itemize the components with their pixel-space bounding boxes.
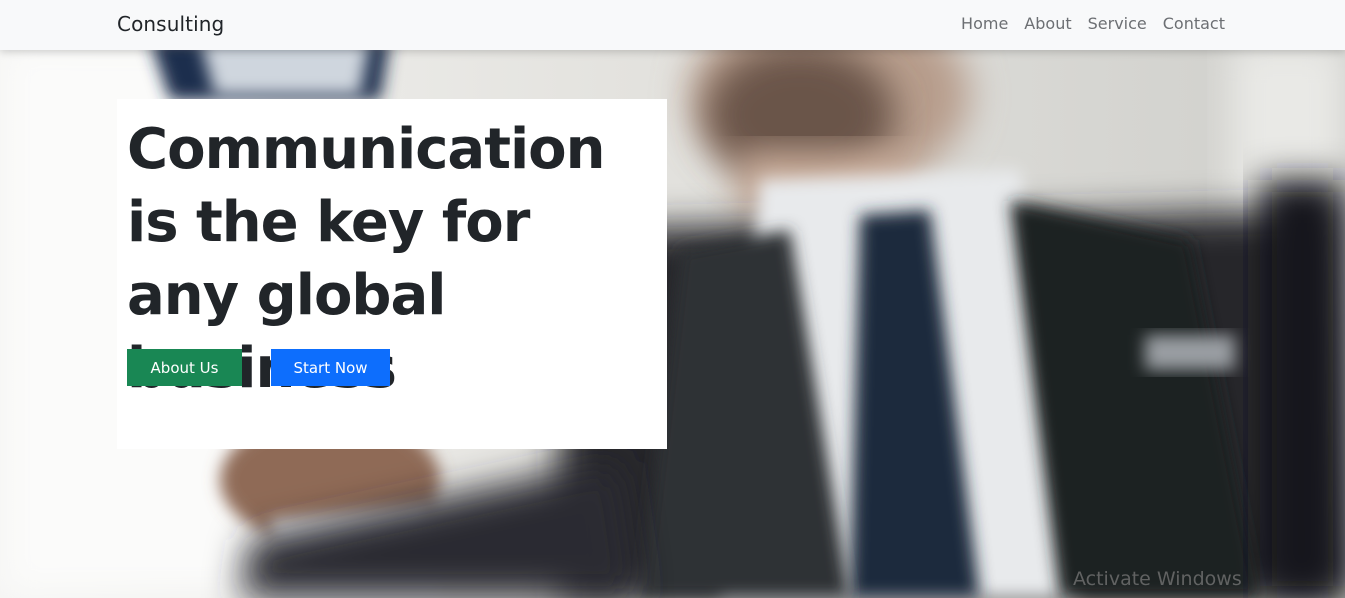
nav-link-service[interactable]: Service	[1080, 14, 1155, 33]
page: Consulting Home About Service Contact Co…	[0, 0, 1345, 598]
about-us-button[interactable]: About Us	[127, 349, 242, 386]
nav-link-contact[interactable]: Contact	[1155, 14, 1225, 33]
brand-link[interactable]: Consulting	[117, 12, 224, 36]
activate-windows-watermark: Activate Windows	[1073, 568, 1242, 590]
hero-card: Communication is the key for any global …	[117, 99, 667, 449]
nav-links: Home About Service Contact	[953, 14, 1225, 33]
start-now-button[interactable]: Start Now	[271, 349, 390, 386]
navbar: Consulting Home About Service Contact	[0, 0, 1345, 50]
nav-link-about[interactable]: About	[1016, 14, 1079, 33]
nav-link-home[interactable]: Home	[953, 14, 1016, 33]
